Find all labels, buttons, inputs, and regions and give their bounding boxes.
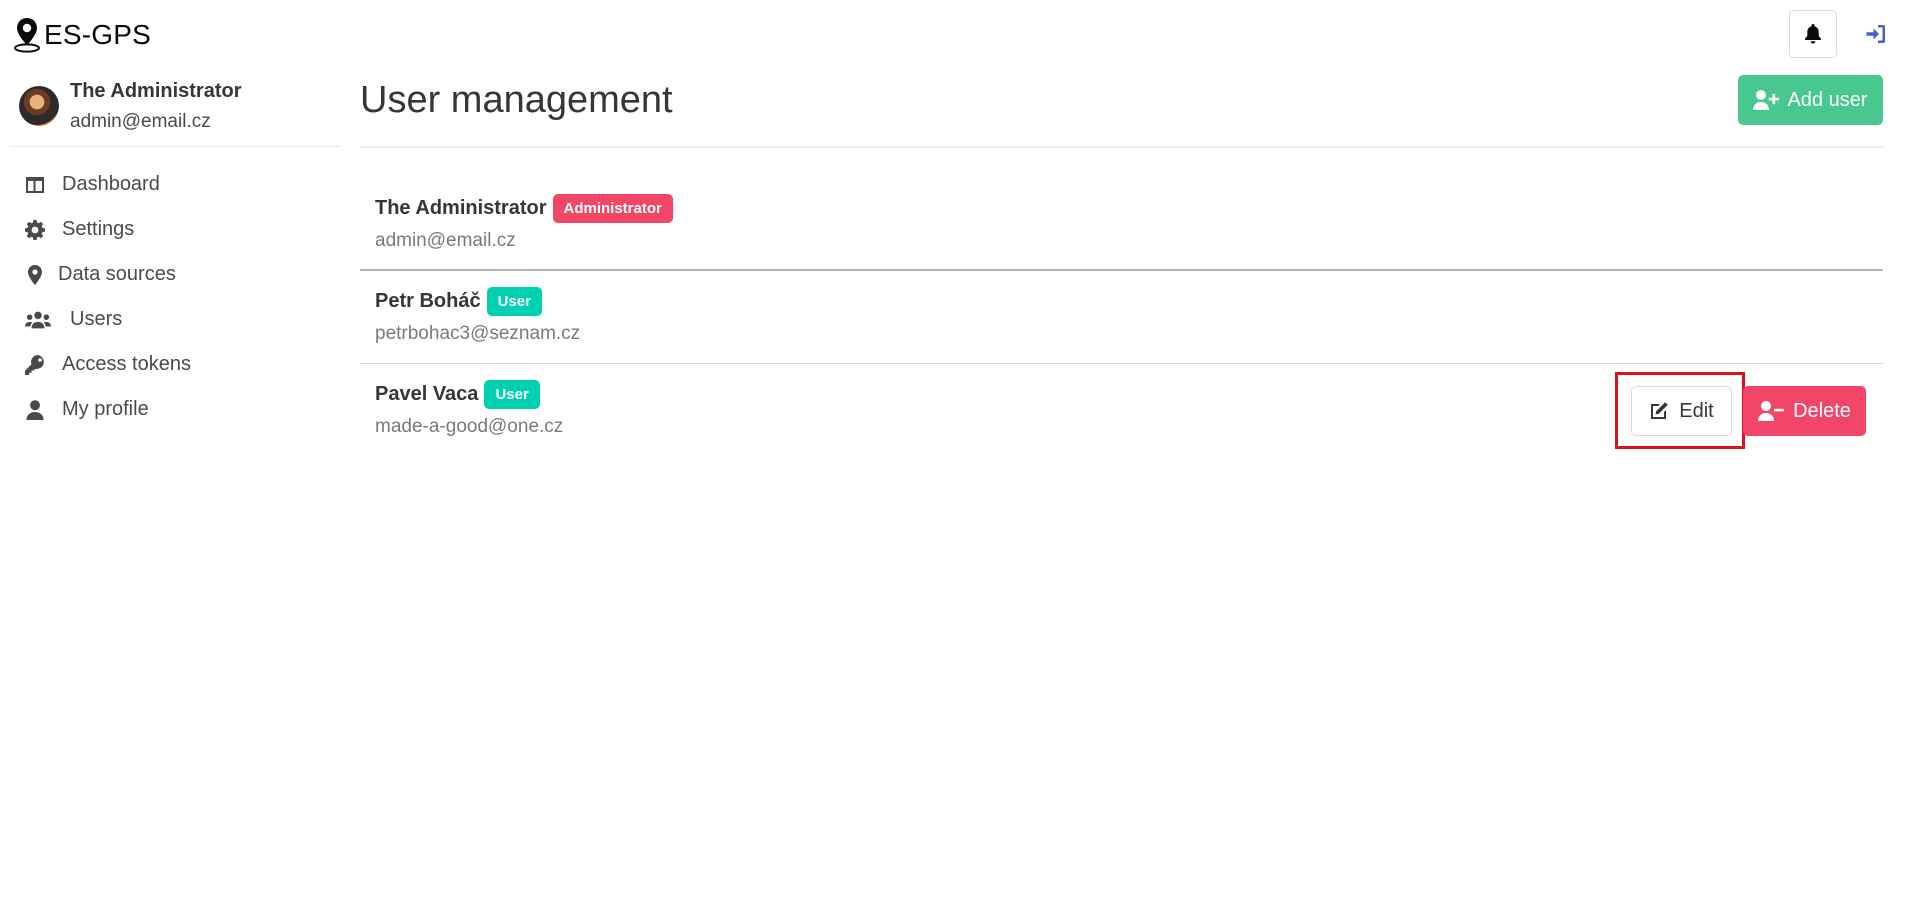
- sidebar-item-dashboard[interactable]: Dashboard: [10, 162, 340, 207]
- user-icon: [24, 399, 46, 421]
- avatar: [19, 86, 59, 126]
- list-item: The Administrator Administrator admin@em…: [360, 178, 1883, 271]
- sidebar-item-label: Access tokens: [62, 353, 191, 375]
- sidebar-item-settings[interactable]: Settings: [10, 207, 340, 252]
- list-item: Petr Boháč User petrbohac3@seznam.cz: [360, 271, 1883, 364]
- user-name: Pavel Vaca: [375, 383, 479, 405]
- map-marker-icon: [14, 18, 40, 53]
- add-user-label: Add user: [1787, 88, 1868, 111]
- map-pin-icon: [24, 264, 46, 286]
- add-user-button[interactable]: Add user: [1738, 75, 1883, 125]
- user-list: The Administrator Administrator admin@em…: [360, 178, 1883, 457]
- sidebar-item-access-tokens[interactable]: Access tokens: [10, 342, 340, 387]
- scrollbar[interactable]: [1903, 0, 1920, 919]
- gear-icon: [24, 219, 46, 241]
- sidebar-item-label: Users: [70, 308, 123, 330]
- user-name: The Administrator: [375, 197, 547, 219]
- sidebar-nav: Dashboard Settings Data sources Users Ac…: [10, 162, 340, 432]
- profile-email: admin@email.cz: [70, 111, 211, 132]
- page-title: User management: [360, 79, 673, 121]
- table-columns-icon: [24, 174, 46, 196]
- app-name: ES-GPS: [44, 19, 152, 50]
- sidebar-item-my-profile[interactable]: My profile: [10, 387, 340, 432]
- user-email: made-a-good@one.cz: [375, 416, 564, 437]
- edit-button[interactable]: Edit: [1631, 386, 1732, 436]
- user-minus-icon: [1758, 401, 1784, 421]
- user-email: admin@email.cz: [375, 230, 516, 251]
- users-icon: [24, 309, 52, 331]
- role-badge: User: [486, 287, 542, 316]
- app-logo[interactable]: ES-GPS: [12, 16, 151, 54]
- sidebar-item-label: Data sources: [58, 263, 176, 285]
- bell-icon: [1805, 24, 1821, 44]
- profile-name: The Administrator: [70, 80, 242, 102]
- user-plus-icon: [1753, 90, 1780, 110]
- role-badge: User: [484, 380, 540, 409]
- sidebar-item-label: Settings: [62, 218, 135, 240]
- role-badge: Administrator: [552, 194, 673, 223]
- edit-icon: [1651, 402, 1669, 419]
- sign-in-icon[interactable]: [1864, 22, 1888, 46]
- title-divider: [360, 146, 1883, 148]
- sidebar-profile: The Administrator admin@email.cz: [10, 70, 340, 147]
- key-icon: [24, 354, 46, 376]
- sidebar: The Administrator admin@email.cz Dashboa…: [10, 70, 340, 420]
- sidebar-item-data-sources[interactable]: Data sources: [10, 252, 340, 297]
- delete-button[interactable]: Delete: [1743, 386, 1866, 436]
- edit-label: Edit: [1679, 399, 1714, 422]
- sidebar-item-users[interactable]: Users: [10, 297, 340, 342]
- sidebar-item-label: Dashboard: [62, 173, 160, 195]
- delete-label: Delete: [1793, 399, 1851, 422]
- user-email: petrbohac3@seznam.cz: [375, 323, 581, 344]
- sidebar-item-label: My profile: [62, 398, 149, 420]
- list-item: Pavel Vaca User made-a-good@one.cz Edit …: [360, 364, 1883, 457]
- notifications-button[interactable]: [1789, 10, 1837, 58]
- user-name: Petr Boháč: [375, 290, 481, 312]
- top-navbar: ES-GPS: [0, 0, 1920, 70]
